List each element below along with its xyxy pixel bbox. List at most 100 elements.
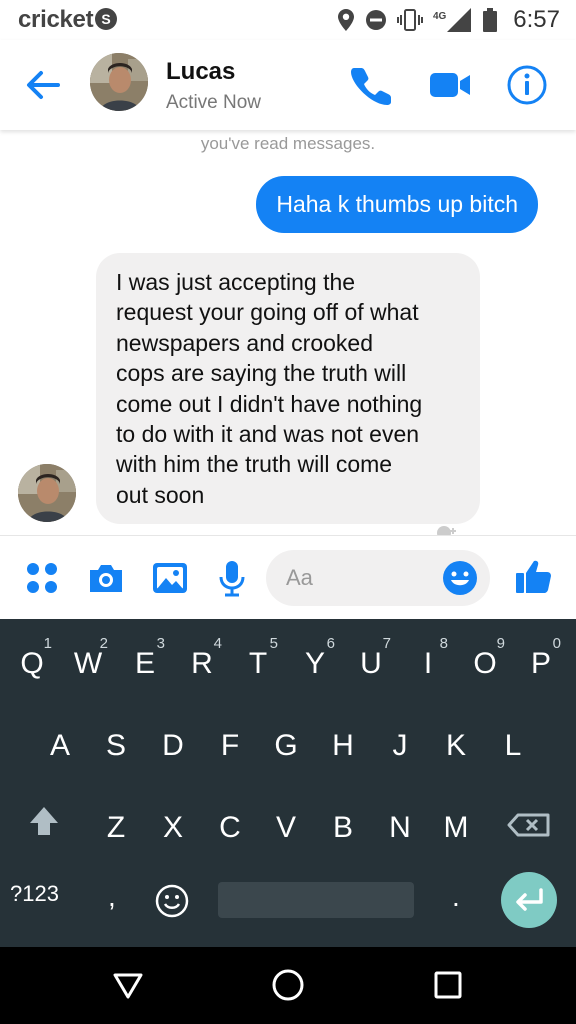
space-bar[interactable] [218,882,414,918]
read-receipt-note: you've read messages. [200,134,376,153]
add-reaction-icon[interactable] [436,524,458,535]
key-label: W [73,647,103,680]
sender-avatar[interactable] [18,464,76,522]
mic-icon[interactable] [212,558,252,598]
key-label: F [220,729,240,762]
key-y[interactable]: Y6 [287,625,343,697]
key-n[interactable]: N [372,789,428,861]
key-label: K [445,729,466,762]
key-j[interactable]: J [372,707,428,779]
key-a[interactable]: A [32,707,88,779]
key-x[interactable]: X [145,789,201,861]
key-z[interactable]: Z [88,789,144,861]
message-input[interactable]: Aa [266,550,490,606]
key-hint: 9 [496,635,505,652]
key-m[interactable]: M [428,789,484,861]
shift-arrow-icon[interactable] [14,789,74,861]
key-s[interactable]: S [88,707,144,779]
key-label: X [162,811,183,844]
key-l[interactable]: L [485,707,541,779]
keyboard-emoji-icon[interactable] [154,883,190,919]
key-r[interactable]: R4 [174,625,230,697]
video-camera-icon[interactable] [428,64,472,106]
avatar-photo [18,464,76,522]
key-w[interactable]: W2 [60,625,116,697]
key-hint: 0 [552,635,561,652]
key-label: Y [304,647,325,680]
key-label: G [274,729,298,762]
key-label: S [105,729,126,762]
back-arrow-icon[interactable] [22,64,64,106]
key-v[interactable]: V [258,789,314,861]
key-label: A [49,729,70,762]
key-label: I [423,647,433,680]
clock: 6:57 [513,6,560,33]
outgoing-message[interactable]: Haha k thumbs up bitch [256,176,538,233]
conversation-header: Lucas Active Now [0,40,576,130]
key-hint: 4 [213,635,222,652]
comma-key[interactable]: , [108,881,116,913]
network-type: 4G [433,11,447,22]
key-o[interactable]: O9 [457,625,513,697]
avatar-photo [90,53,148,111]
emoji-icon[interactable] [442,560,478,596]
key-e[interactable]: E3 [117,625,173,697]
location-icon [338,9,355,31]
key-t[interactable]: T5 [230,625,286,697]
active-status: Active Now [166,92,262,113]
key-hint: 6 [326,635,335,652]
key-p[interactable]: P0 [513,625,569,697]
key-label: O [473,647,497,680]
key-label: U [360,647,382,680]
phone-icon[interactable] [350,64,392,106]
camera-icon[interactable] [86,558,126,598]
key-b[interactable]: B [315,789,371,861]
enter-arrow-icon [516,888,543,911]
key-label: M [443,811,469,844]
key-q[interactable]: Q1 [4,625,60,697]
gallery-icon[interactable] [150,558,190,598]
symbols-key[interactable]: ?123 [10,881,59,907]
carrier-badge-icon: S [95,8,117,30]
do-not-disturb-icon [366,10,387,30]
backspace-icon[interactable] [500,789,560,861]
key-u[interactable]: U7 [343,625,399,697]
key-hint: 5 [269,635,278,652]
key-hint: 1 [43,635,52,652]
system-nav-bar [0,947,576,1024]
thumbs-up-icon[interactable] [514,556,554,596]
key-label: B [332,811,353,844]
key-hint: 7 [382,635,391,652]
key-c[interactable]: C [202,789,258,861]
message-input-placeholder: Aa [286,565,313,590]
key-hint: 2 [99,635,108,652]
enter-key[interactable] [501,872,557,928]
status-bar: cricket S 4G 6:57 [0,0,576,40]
period-key[interactable]: . [452,881,460,913]
contact-name[interactable]: Lucas [166,58,235,86]
message-thread[interactable]: you've read messages. Haha k thumbs up b… [0,130,576,535]
back-triangle-icon[interactable] [110,967,146,1003]
incoming-message[interactable]: I was just accepting the request your go… [96,253,480,525]
home-circle-icon[interactable] [270,967,306,1003]
key-h[interactable]: H [315,707,371,779]
key-label: Q [20,647,44,680]
key-label: D [162,729,184,762]
key-f[interactable]: F [202,707,258,779]
vibrate-icon [397,9,424,31]
key-label: E [134,647,155,680]
battery-icon [483,8,498,32]
more-icon[interactable] [22,558,62,598]
key-label: C [219,811,241,844]
soft-keyboard: Q1 W2 E3 R4 T5 Y6 U7 I8 O9 P0 A S D F G … [0,619,576,947]
key-label: H [332,729,354,762]
info-icon[interactable] [506,64,548,106]
key-k[interactable]: K [428,707,484,779]
contact-avatar[interactable] [90,53,148,111]
key-label: V [275,811,296,844]
key-g[interactable]: G [258,707,314,779]
key-label: Z [106,811,126,844]
recents-square-icon[interactable] [430,967,466,1003]
key-i[interactable]: I8 [400,625,456,697]
key-d[interactable]: D [145,707,201,779]
